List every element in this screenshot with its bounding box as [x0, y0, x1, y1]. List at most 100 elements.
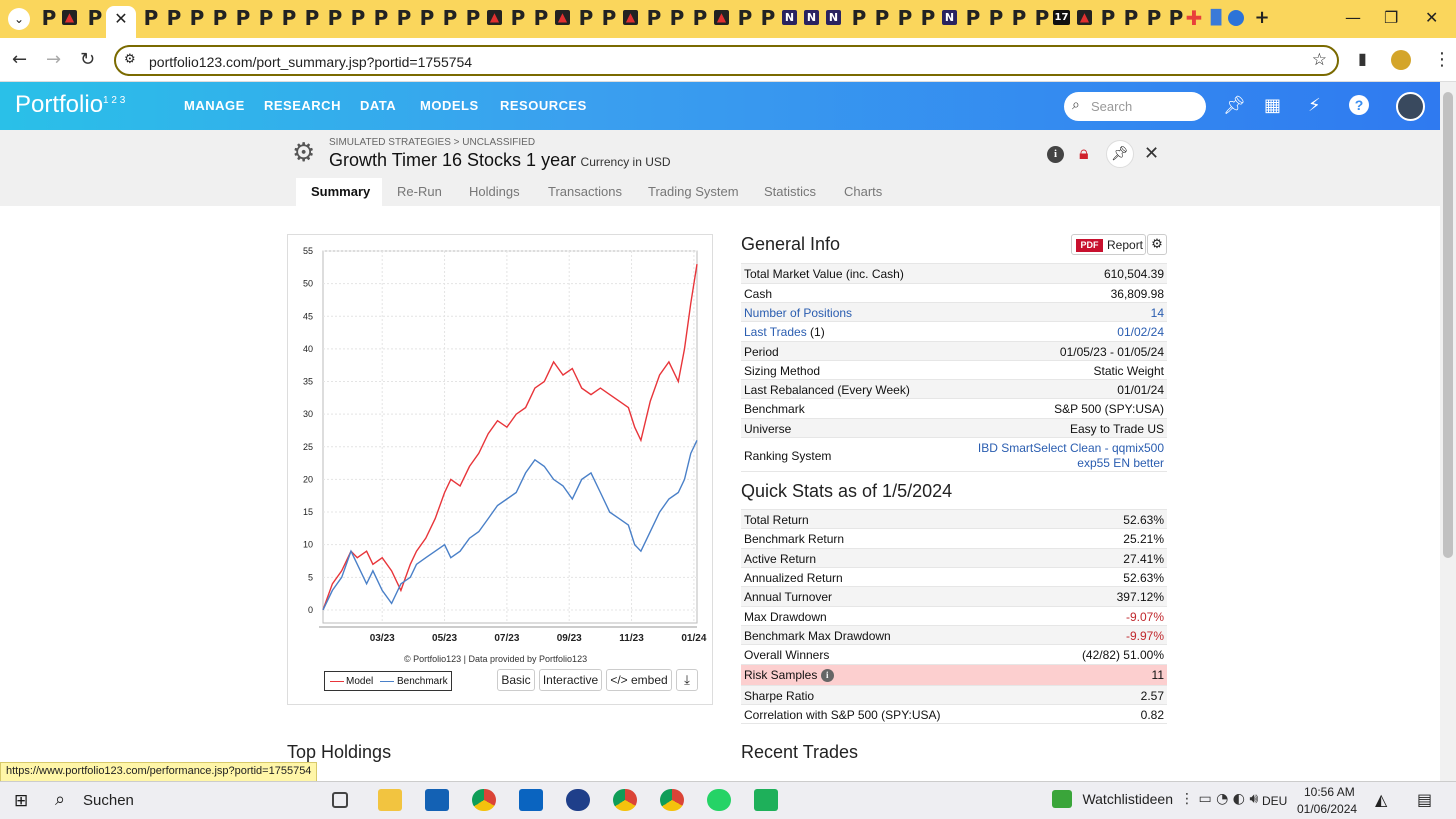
tab-favicon-p[interactable]: P — [370, 7, 392, 29]
help-icon[interactable]: ? — [1349, 95, 1369, 115]
tab-favicon-p[interactable]: P — [140, 7, 162, 29]
tab-favicon-p[interactable]: P — [1031, 7, 1053, 29]
notification-icon[interactable]: ◭ — [1375, 790, 1387, 809]
tab-favicon-p[interactable]: P — [255, 7, 277, 29]
tab-favicon-p[interactable]: P — [186, 7, 208, 29]
tab-favicon-p[interactable]: P — [1120, 7, 1142, 29]
tab-favicon-p[interactable]: P — [38, 7, 60, 29]
tab-favicon-p[interactable]: P — [917, 7, 939, 29]
grid-icon[interactable]: ▦ — [1264, 95, 1281, 116]
back-icon[interactable]: ← — [12, 49, 27, 70]
tab-search-button[interactable]: ⌄ — [8, 8, 30, 30]
tab-favicon-p[interactable]: P — [985, 7, 1007, 29]
tab-favicon-p[interactable]: P — [575, 7, 597, 29]
tab-favicon-p[interactable]: P — [84, 7, 106, 29]
scrollbar-thumb[interactable] — [1443, 92, 1453, 558]
settings-gear-icon[interactable]: ⚙ — [292, 138, 315, 168]
portfolio123-logo[interactable]: Portfolio1 2 3 — [15, 91, 125, 119]
tab-favicon-p[interactable]: P — [894, 7, 916, 29]
site-info-icon[interactable]: ⚙ — [124, 52, 136, 67]
language-indicator[interactable]: DEU — [1262, 794, 1287, 808]
tab-favicon-red[interactable]: ▲ — [62, 10, 77, 25]
task-view-icon[interactable] — [332, 792, 348, 808]
tab-favicon-n[interactable]: N — [782, 10, 797, 25]
page-scrollbar[interactable] — [1440, 82, 1456, 781]
menu-data[interactable]: DATA — [360, 98, 396, 113]
clock-time[interactable]: 10:56 AM — [1304, 785, 1355, 799]
tab-favicon-n[interactable]: N — [826, 10, 841, 25]
tab-favicon-p[interactable]: P — [848, 7, 870, 29]
tab-favicon-p[interactable]: P — [666, 7, 688, 29]
browser-menu-icon[interactable]: ⋮ — [1433, 49, 1451, 70]
tab-favicon-red[interactable]: ▲ — [623, 10, 638, 25]
close-icon[interactable]: ✕ — [1144, 143, 1159, 164]
close-window-icon[interactable]: ✕ — [1425, 8, 1438, 27]
chrome-active-icon[interactable] — [660, 789, 684, 811]
site-search-input[interactable]: ⌕ Search — [1064, 92, 1206, 121]
menu-models[interactable]: MODELS — [420, 98, 479, 113]
clock-date[interactable]: 01/06/2024 — [1297, 802, 1357, 816]
new-tab-icon[interactable]: + — [1251, 7, 1273, 29]
tray-icons[interactable]: ⋮ ▭ ◔ ◐ 🔊︎ — [1180, 791, 1258, 807]
legend-benchmark[interactable]: Benchmark — [397, 676, 448, 687]
side-panel-icon[interactable]: ▮ — [1358, 49, 1367, 68]
download-chart-button[interactable]: ⤓ — [676, 669, 698, 691]
positions-link[interactable]: Number of Positions — [744, 306, 852, 320]
user-avatar[interactable] — [1396, 92, 1425, 121]
file-explorer-icon[interactable] — [378, 789, 402, 811]
tab-favicon-p[interactable]: P — [734, 7, 756, 29]
url-input[interactable]: ⚙ portfolio123.com/port_summary.jsp?port… — [114, 45, 1339, 76]
tab-favicon-p[interactable]: P — [324, 7, 346, 29]
tab-favicon-p[interactable]: P — [1008, 7, 1030, 29]
menu-manage[interactable]: MANAGE — [184, 98, 245, 113]
legend-model[interactable]: Model — [346, 676, 373, 687]
tab-charts[interactable]: Charts — [844, 184, 882, 199]
minimize-icon[interactable]: — — [1345, 8, 1361, 27]
tab-favicon-p[interactable]: P — [962, 7, 984, 29]
lightning-icon[interactable]: ⚡︎ — [1308, 95, 1321, 116]
tab-favicon-p[interactable]: P — [416, 7, 438, 29]
tab-favicon-cross[interactable]: ✚ — [1183, 7, 1205, 29]
tab-favicon-p[interactable]: P — [530, 7, 552, 29]
info-row-positions[interactable]: Number of Positions 14 — [741, 302, 1167, 321]
outlook-new-icon[interactable] — [519, 789, 543, 811]
tab-holdings[interactable]: Holdings — [469, 184, 520, 199]
tab-favicon-p[interactable]: P — [462, 7, 484, 29]
tab-favicon-p[interactable]: P — [301, 7, 323, 29]
tab-favicon-red[interactable]: ▲ — [714, 10, 729, 25]
pin-button[interactable]: 📌︎ — [1106, 140, 1134, 168]
app-feather-icon[interactable] — [566, 789, 590, 811]
lock-icon[interactable]: 🔒︎ — [1079, 143, 1089, 164]
tab-favicon-p[interactable]: P — [232, 7, 254, 29]
tab-favicon-p[interactable]: P — [1143, 7, 1165, 29]
tab-favicon-17[interactable]: 17 — [1053, 10, 1070, 25]
bookmark-star-icon[interactable]: ☆ — [1312, 50, 1327, 70]
start-windows-icon[interactable]: ⊞ — [14, 791, 28, 811]
taskbar-search[interactable]: ⌕ Suchen — [48, 786, 308, 814]
tab-favicon-p[interactable]: P — [393, 7, 415, 29]
interactive-chart-button[interactable]: Interactive — [539, 669, 602, 691]
chrome-icon[interactable] — [472, 789, 496, 811]
tab-favicon-p[interactable]: P — [1097, 7, 1119, 29]
tab-favicon-blue[interactable] — [1228, 10, 1244, 26]
tab-favicon-p[interactable]: P — [163, 7, 185, 29]
forward-icon[interactable]: → — [46, 49, 61, 70]
tab-summary[interactable]: Summary — [296, 178, 382, 206]
chrome-profile-icon[interactable] — [613, 789, 637, 811]
tab-favicon-p[interactable]: P — [871, 7, 893, 29]
breadcrumb[interactable]: SIMULATED STRATEGIES > UNCLASSIFIED — [329, 137, 535, 148]
whatsapp-icon[interactable] — [707, 789, 731, 811]
tab-favicon-p[interactable]: P — [347, 7, 369, 29]
tab-trading-system[interactable]: Trading System — [648, 184, 739, 199]
trading-app-icon[interactable] — [754, 789, 778, 811]
last-trades-link[interactable]: Last Trades — [744, 325, 807, 339]
action-center-icon[interactable]: ▤ — [1417, 790, 1432, 809]
tab-favicon-p[interactable]: P — [209, 7, 231, 29]
menu-resources[interactable]: RESOURCES — [500, 98, 587, 113]
performance-chart[interactable]: 0 5 10 15 20 25 30 35 40 45 50 55 03/23 05/23 07/23 09/… — [288, 235, 714, 665]
risk-info-icon[interactable]: i — [820, 669, 834, 682]
tab-favicon-p[interactable]: P — [757, 7, 779, 29]
basic-chart-button[interactable]: Basic — [497, 669, 535, 691]
tab-favicon-chart[interactable]: ▐▌ — [1205, 7, 1227, 29]
watchlist-widget[interactable]: Watchlistideen — [1052, 790, 1173, 808]
